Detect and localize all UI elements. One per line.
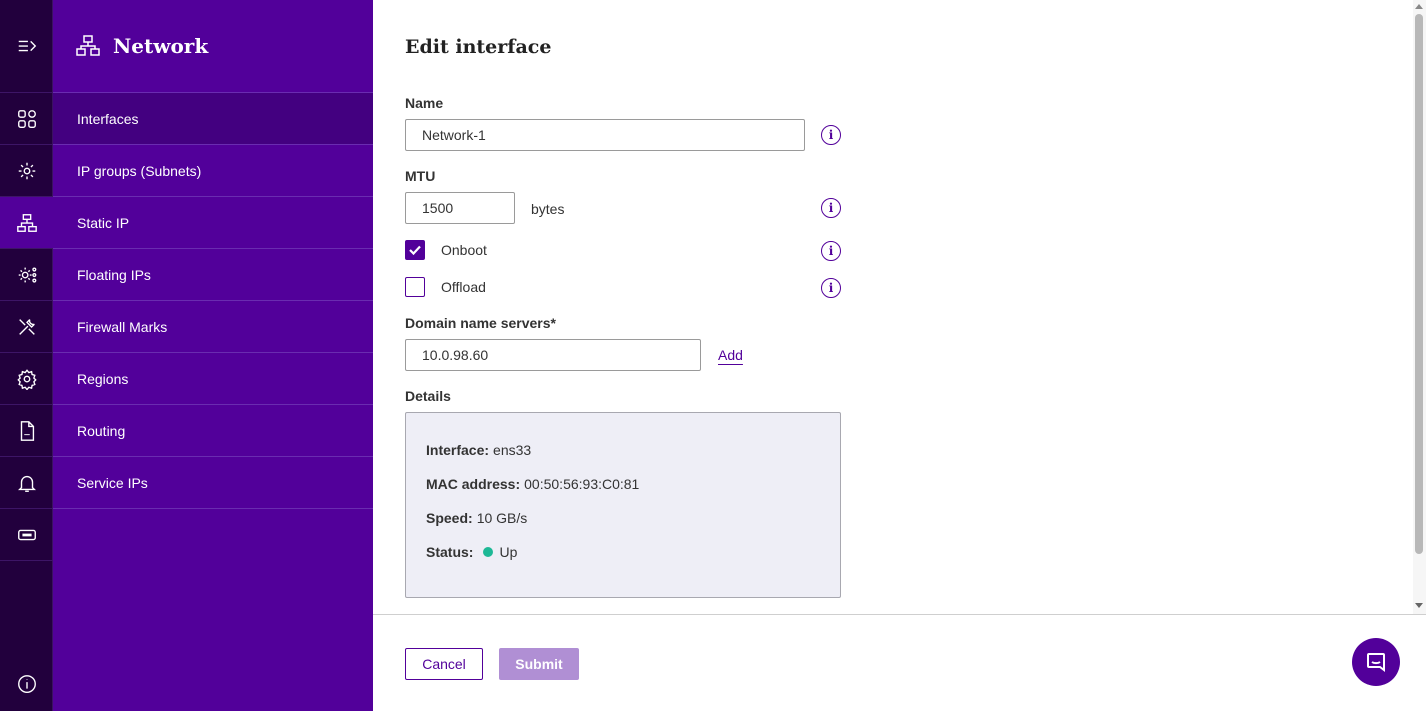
- expand-menu-icon: [18, 40, 36, 52]
- sidebar-item-firewall-marks[interactable]: Firewall Marks: [53, 301, 373, 353]
- offload-label: Offload: [441, 279, 486, 295]
- ticket-icon: [17, 529, 36, 540]
- detail-speed-value: 10 GB/s: [476, 510, 528, 526]
- onboot-label: Onboot: [441, 242, 487, 258]
- sidebar-item-interfaces[interactable]: Interfaces: [53, 93, 373, 145]
- add-dns-link[interactable]: Add: [718, 347, 743, 363]
- detail-status-value: Up: [499, 544, 518, 560]
- chat-button[interactable]: [1352, 638, 1400, 686]
- rail-network-button[interactable]: [0, 197, 53, 249]
- mtu-input[interactable]: [405, 192, 515, 224]
- detail-mac-label: MAC address:: [426, 476, 521, 492]
- sidebar-item-label: Interfaces: [77, 110, 139, 127]
- checkmark-icon: [409, 245, 421, 256]
- sidebar-item-service-ips[interactable]: Service IPs: [53, 457, 373, 509]
- offload-checkbox[interactable]: [405, 277, 425, 297]
- dns-label: Domain name servers*: [405, 315, 556, 331]
- sidebar-title: Network: [113, 34, 209, 58]
- rail-settings-button[interactable]: [0, 353, 53, 405]
- chat-bubble-icon: [1367, 653, 1385, 672]
- detail-status-label: Status:: [426, 544, 474, 560]
- sidebar: Network Interfaces IP groups (Subnets) S…: [53, 0, 373, 711]
- detail-interface-value: ens33: [493, 442, 532, 458]
- name-info-icon[interactable]: i: [821, 125, 841, 145]
- sidebar-item-floating-ips[interactable]: Floating IPs: [53, 249, 373, 301]
- sidebar-item-routing[interactable]: Routing: [53, 405, 373, 457]
- onboot-info-icon[interactable]: i: [821, 241, 841, 261]
- detail-mac-value: 00:50:56:93:C0:81: [524, 476, 640, 492]
- rail-floating-ip-button[interactable]: [0, 249, 53, 301]
- mtu-label: MTU: [405, 168, 436, 184]
- detail-speed-label: Speed:: [426, 510, 473, 526]
- sidebar-item-label: Regions: [77, 370, 129, 387]
- log-file-icon: [20, 420, 34, 441]
- sidebar-item-static-ip[interactable]: Static IP: [53, 197, 373, 249]
- status-dot-icon: [483, 547, 494, 557]
- rail-notifications-button[interactable]: [0, 457, 53, 509]
- scroll-down-icon[interactable]: [1415, 603, 1423, 608]
- sidebar-item-label: IP groups (Subnets): [77, 162, 202, 179]
- network-icon: [16, 213, 37, 232]
- sidebar-item-ip-groups[interactable]: IP groups (Subnets): [53, 145, 373, 197]
- ip-settings-icon: [18, 162, 35, 179]
- mtu-unit: bytes: [531, 201, 565, 217]
- rail-ip-settings-button[interactable]: [0, 145, 53, 197]
- dns-input[interactable]: [405, 339, 701, 371]
- scroll-up-icon[interactable]: [1415, 4, 1423, 9]
- network-icon: [76, 35, 100, 56]
- detail-interface: Interface: ens33: [426, 442, 531, 458]
- sidebar-item-label: Firewall Marks: [77, 318, 168, 335]
- rail-tickets-button[interactable]: [0, 509, 53, 561]
- rail-info-button[interactable]: [0, 658, 53, 710]
- sidebar-item-label: Floating IPs: [77, 266, 151, 283]
- edit-interface-form: Edit interface Name i MTU bytes i Onboot…: [373, 0, 1413, 614]
- sidebar-item-regions[interactable]: Regions: [53, 353, 373, 405]
- rail-logs-button[interactable]: [0, 405, 53, 457]
- cancel-button[interactable]: Cancel: [405, 648, 483, 680]
- tools-icon: [18, 318, 35, 335]
- detail-status: Status: Up: [426, 544, 517, 560]
- details-label: Details: [405, 388, 451, 404]
- onboot-checkbox[interactable]: [405, 240, 425, 260]
- name-label: Name: [405, 95, 444, 111]
- sidebar-item-label: Service IPs: [77, 474, 148, 491]
- dashboard-grid-icon: [17, 109, 36, 128]
- expand-menu-button[interactable]: [0, 0, 53, 93]
- detail-interface-label: Interface:: [426, 442, 490, 458]
- floating-ip-icon: [18, 266, 36, 283]
- form-footer: Cancel Submit: [373, 614, 1426, 711]
- sidebar-item-label: Static IP: [77, 214, 130, 231]
- details-panel: Interface: ens33 MAC address: 00:50:56:9…: [405, 412, 841, 598]
- gear-icon: [16, 368, 37, 390]
- icon-rail: [0, 0, 53, 711]
- scrollbar-thumb[interactable]: [1415, 14, 1423, 554]
- info-icon: [17, 675, 36, 693]
- main-scrollbar[interactable]: [1413, 0, 1426, 614]
- sidebar-header: Network: [53, 0, 373, 93]
- rail-tools-button[interactable]: [0, 301, 53, 353]
- detail-mac: MAC address: 00:50:56:93:C0:81: [426, 476, 639, 492]
- mtu-info-icon[interactable]: i: [821, 198, 841, 218]
- offload-info-icon[interactable]: i: [821, 278, 841, 298]
- name-input[interactable]: [405, 119, 805, 151]
- sidebar-item-label: Routing: [77, 422, 126, 439]
- detail-speed: Speed: 10 GB/s: [426, 510, 527, 526]
- submit-button[interactable]: Submit: [499, 648, 579, 680]
- page-title: Edit interface: [405, 36, 552, 58]
- bell-icon: [17, 475, 36, 492]
- rail-dashboard-button[interactable]: [0, 93, 53, 145]
